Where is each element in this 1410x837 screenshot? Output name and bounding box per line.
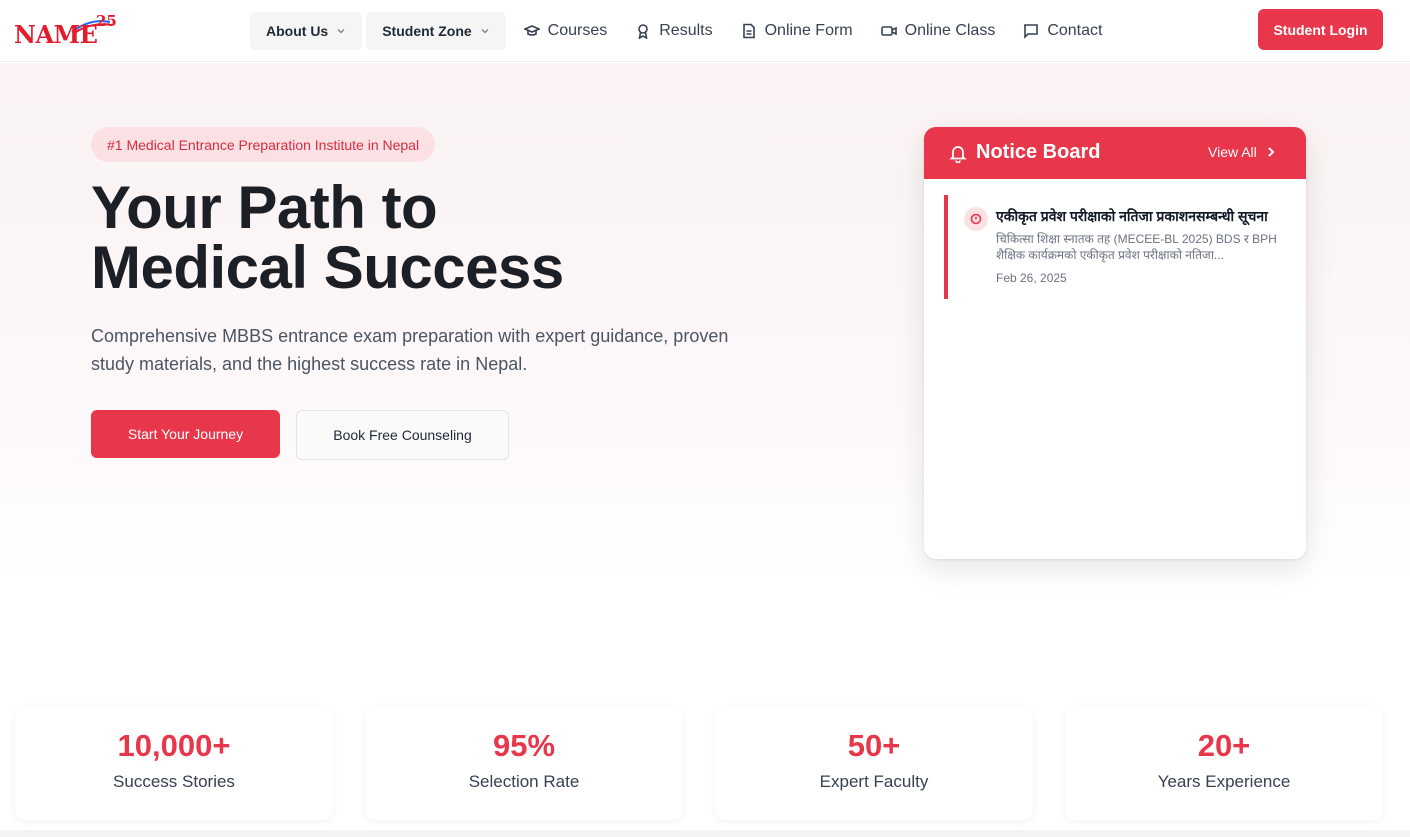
view-all-label: View All [1208,144,1257,160]
graduation-cap-icon [523,25,540,36]
hero-title-line-1: Your Path to [91,174,438,241]
nav-courses[interactable]: Courses [510,12,622,50]
stat-card: 10,000+ Success Stories [15,706,333,820]
logo-text: NAME [14,20,98,49]
stat-card: 50+ Expert Faculty [715,706,1033,820]
video-icon [880,26,897,36]
notice-item[interactable]: एकीकृत प्रवेश परीक्षाको नतिजा प्रकाशनसम्… [944,195,1286,299]
nav-contact[interactable]: Contact [1009,12,1116,50]
nav-student-zone-label: Student Zone [382,23,472,39]
nav-about-us-label: About Us [266,23,329,39]
logo-badge: 25 [96,12,117,30]
award-icon [638,24,649,39]
hero-description: Comprehensive MBBS entrance exam prepara… [91,326,729,374]
notice-item-title: एकीकृत प्रवेश परीक्षाको नतिजा प्रकाशनसम्… [996,208,1268,224]
stat-card: 95% Selection Rate [365,706,683,820]
nav-student-zone-dropdown[interactable]: Student Zone [366,12,506,50]
document-icon [742,23,755,39]
stat-label: Selection Rate [468,772,580,791]
main-nav: About Us Student Zone Courses Results On… [250,11,1116,51]
brand-logo[interactable]: NAME 25 [14,12,120,49]
notice-board-header: Notice Board View All [924,127,1306,179]
nav-online-class-label: Online Class [904,22,996,39]
hero-title-line-2: Medical Success [91,234,564,301]
bell-icon [949,146,967,163]
stat-value: 10,000+ [117,728,231,763]
stat-value: 50+ [847,728,901,763]
stat-label: Years Experience [1157,772,1291,791]
notice-item-description: चिकित्सा शिक्षा स्नातक तह (MECEE-BL 2025… [996,232,1277,262]
book-counseling-button[interactable]: Book Free Counseling [296,410,509,460]
nav-about-us-dropdown[interactable]: About Us [250,12,363,50]
hero-title: Your Path to Medical Success [91,178,791,298]
stat-card: 20+ Years Experience [1065,706,1383,820]
message-icon [1024,24,1039,39]
notice-board-title: Notice Board [976,141,1101,163]
stat-label: Expert Faculty [819,772,929,791]
stat-value: 20+ [1197,728,1251,763]
nav-online-form-label: Online Form [764,22,853,39]
stat-value: 95% [492,728,556,763]
notice-board: Notice Board View All एकीकृत प्रवेश परीक… [924,127,1306,559]
hero-badge: #1 Medical Entrance Preparation Institut… [91,127,436,162]
nav-results-label: Results [659,22,713,39]
nav-online-class[interactable]: Online Class [867,12,1010,50]
notice-item-date: Feb 26, 2025 [996,271,1067,285]
chevron-down-icon [337,29,345,34]
site-header: NAME 25 About Us Student Zone Courses Re… [0,0,1410,62]
chevron-down-icon [481,29,489,34]
view-all-link[interactable]: View All [1208,144,1277,160]
stat-label: Success Stories [113,772,235,791]
student-login-button[interactable]: Student Login [1258,9,1383,50]
section-divider [0,830,1410,837]
nav-online-form[interactable]: Online Form [727,12,867,50]
nav-contact-label: Contact [1047,22,1103,39]
nav-courses-label: Courses [547,22,608,39]
alert-circle-icon [964,207,988,231]
nav-results[interactable]: Results [621,12,726,50]
chevron-right-icon [1268,147,1275,157]
start-journey-button[interactable]: Start Your Journey [91,410,280,458]
